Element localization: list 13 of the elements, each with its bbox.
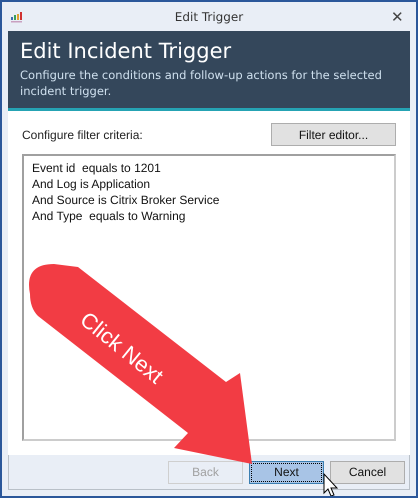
dialog-button[interactable]: Cancel: [330, 460, 405, 484]
criteria-line: And Log is Application: [32, 176, 152, 192]
window-title: Edit Trigger: [174, 10, 244, 24]
filter-label: Configure filter criteria:: [22, 128, 143, 142]
criteria-line: And Type equals to Warning: [32, 208, 186, 224]
header-title: Edit Incident Trigger: [20, 39, 232, 63]
criteria-line: And Source is Citrix Broker Service: [32, 192, 220, 208]
dialog-button[interactable]: Next: [249, 460, 324, 484]
filter-editor-button[interactable]: Filter editor...: [271, 123, 396, 146]
close-button[interactable]: ✕: [387, 8, 408, 26]
cursor-icon: [324, 472, 338, 496]
header-subtitle: Configure the conditions and follow-up actions for the selected incident trigger.: [20, 67, 383, 99]
criteria-line: Event id equals to 1201: [32, 160, 162, 176]
